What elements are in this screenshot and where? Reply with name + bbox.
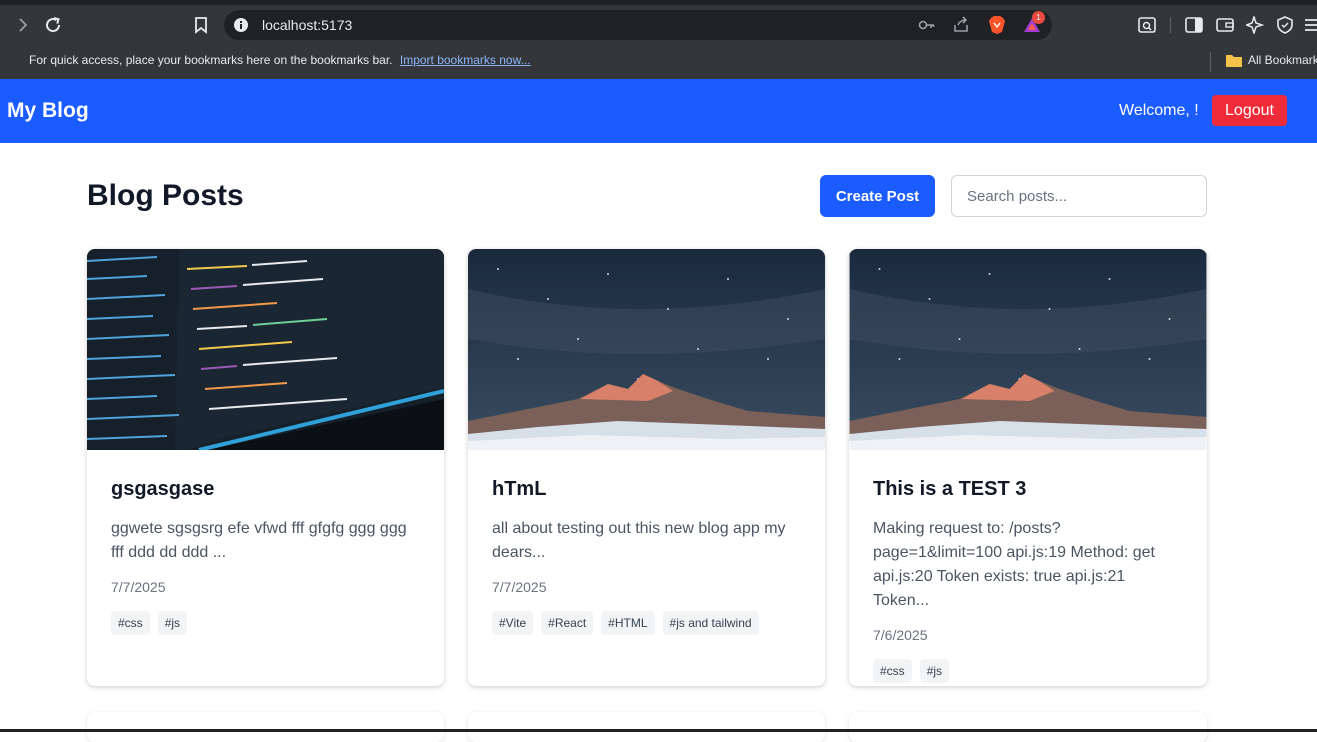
post-excerpt: all about testing out this new blog app …: [492, 520, 786, 561]
folder-icon: [1226, 54, 1242, 67]
key-icon[interactable]: [918, 17, 936, 38]
post-image: [468, 249, 825, 450]
menu-icon[interactable]: [1300, 13, 1317, 37]
post-title[interactable]: This is a TEST 3: [873, 478, 1185, 501]
post-card-partial[interactable]: [468, 712, 825, 742]
tag[interactable]: #Vite: [492, 611, 534, 635]
post-card[interactable]: gsgasgase ggwete sgsgsrg efe vfwd fff gf…: [87, 249, 444, 686]
forward-icon[interactable]: [11, 13, 35, 37]
post-card[interactable]: This is a TEST 3 Making request to: /pos…: [849, 249, 1207, 686]
post-image: [849, 249, 1207, 450]
welcome-text: Welcome, !: [1119, 102, 1199, 119]
tag-list: #Vite #React #HTML #js and tailwind: [492, 611, 804, 635]
tag[interactable]: #HTML: [601, 611, 655, 635]
create-post-button[interactable]: Create Post: [820, 175, 935, 217]
post-date: 7/7/2025: [111, 579, 166, 595]
logout-button[interactable]: Logout: [1212, 95, 1287, 126]
brand-logo[interactable]: My Blog: [7, 99, 89, 123]
post-title[interactable]: gsgasgase: [111, 478, 423, 501]
post-date: 7/7/2025: [492, 579, 547, 595]
brave-shield-icon[interactable]: [988, 15, 1006, 40]
post-image: [87, 249, 444, 450]
browser-toolbar: localhost:5173 1: [0, 5, 1317, 45]
bookmarks-bar: For quick access, place your bookmarks h…: [0, 45, 1317, 79]
post-card-partial[interactable]: [87, 712, 444, 742]
brave-rewards-icon[interactable]: 1: [1022, 11, 1045, 39]
address-bar[interactable]: localhost:5173 1: [224, 10, 1052, 40]
app-header: My Blog Welcome, ! Logout: [0, 79, 1317, 143]
vpn-shield-icon[interactable]: [1273, 13, 1297, 37]
tag[interactable]: #js: [157, 611, 188, 635]
tag[interactable]: #css: [873, 659, 912, 683]
tag[interactable]: #css: [111, 611, 150, 635]
page-title: Blog Posts: [87, 179, 244, 212]
tag[interactable]: #React: [541, 611, 594, 635]
post-excerpt: ggwete sgsgsrg efe vfwd fff gfgfg ggg gg…: [111, 520, 407, 561]
site-info-icon[interactable]: [234, 18, 248, 32]
all-bookmarks-folder[interactable]: All Bookmarks: [1226, 53, 1317, 67]
url-text: localhost:5173: [262, 17, 353, 33]
leo-ai-icon[interactable]: [1243, 13, 1267, 37]
post-title[interactable]: hTmL: [492, 478, 804, 501]
post-card[interactable]: hTmL all about testing out this new blog…: [468, 249, 825, 686]
sidebar-icon[interactable]: [1182, 13, 1206, 37]
bookmarks-separator: [1210, 52, 1211, 72]
search-input[interactable]: [951, 175, 1207, 217]
bookmarks-hint: For quick access, place your bookmarks h…: [29, 53, 393, 67]
tag[interactable]: #js: [919, 659, 950, 683]
post-card-partial[interactable]: [849, 712, 1207, 742]
tag-list: #css #js: [873, 659, 1185, 683]
import-bookmarks-link[interactable]: Import bookmarks now...: [400, 53, 531, 67]
notification-badge: 1: [1032, 11, 1045, 24]
tag-list: #css #js: [111, 611, 423, 635]
wallet-icon[interactable]: [1213, 13, 1237, 37]
share-icon[interactable]: [952, 16, 970, 39]
post-date: 7/6/2025: [873, 627, 928, 643]
all-bookmarks-label: All Bookmarks: [1248, 53, 1317, 67]
tag[interactable]: #js and tailwind: [662, 611, 759, 635]
post-excerpt: Making request to: /posts?page=1&limit=1…: [873, 520, 1155, 609]
tab-search-icon[interactable]: [1135, 13, 1159, 37]
reload-icon[interactable]: [41, 13, 65, 37]
bookmark-icon[interactable]: [189, 13, 213, 37]
